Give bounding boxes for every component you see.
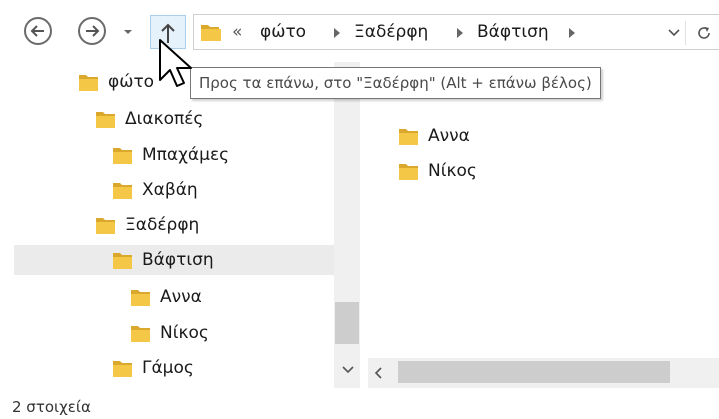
navigation-pane: φώτο Διακοπές Μπαχάμες Χαβάη Ξαδέρφη Βάφ… — [0, 62, 334, 388]
tree-item-label: Βάφτιση — [142, 250, 214, 270]
chevron-down-icon[interactable] — [342, 366, 354, 374]
status-bar: 2 στοιχεία — [0, 388, 719, 419]
mouse-cursor-icon — [159, 39, 192, 87]
content-pane: Αννα Νίκος — [368, 62, 719, 358]
tree-item-hawaii[interactable]: Χαβάη — [112, 175, 312, 205]
folder-icon — [399, 129, 418, 145]
crumb-photo[interactable]: φώτο — [260, 22, 306, 42]
address-divider — [685, 21, 686, 45]
crumb-baptism[interactable]: Βάφτιση — [477, 22, 549, 42]
chevron-right-icon[interactable] — [333, 27, 341, 39]
address-overflow[interactable]: « — [232, 22, 242, 42]
chevron-right-icon[interactable] — [456, 27, 464, 39]
scrollbar-thumb[interactable] — [335, 302, 359, 344]
nav-vertical-scrollbar[interactable] — [334, 62, 360, 388]
tree-item-label: Γάμος — [142, 358, 194, 378]
folder-icon — [131, 290, 150, 306]
tree-item-nikos[interactable]: Νίκος — [130, 318, 310, 348]
item-count: 2 στοιχεία — [12, 398, 91, 416]
back-button[interactable] — [24, 17, 52, 45]
navigation-toolbar: « φώτο Ξαδέρφη Βάφτιση — [0, 0, 719, 62]
folder-icon — [113, 148, 132, 164]
folder-icon — [131, 326, 150, 342]
tree-item-cousin[interactable]: Ξαδέρφη — [95, 210, 295, 240]
crumb-cousin[interactable]: Ξαδέρφη — [354, 22, 428, 42]
tree-item-bahamas[interactable]: Μπαχάμες — [112, 140, 312, 170]
file-item-label: Αννα — [428, 126, 470, 146]
forward-button[interactable] — [78, 17, 106, 45]
tree-item-baptism[interactable]: Βάφτιση — [14, 245, 334, 275]
arrow-left-icon — [30, 25, 44, 37]
tree-item-label: φώτο — [108, 72, 155, 92]
folder-icon — [113, 253, 132, 269]
folder-icon — [113, 361, 132, 377]
folder-icon — [399, 164, 418, 180]
file-item-nikos[interactable]: Νίκος — [398, 157, 477, 185]
address-bar[interactable]: « φώτο Ξαδέρφη Βάφτιση — [193, 14, 719, 50]
tree-item-label: Ξαδέρφη — [125, 215, 200, 235]
arrow-right-icon — [86, 25, 100, 37]
tree-item-vacations[interactable]: Διακοπές — [95, 104, 295, 134]
tree-item-label: Μπαχάμες — [142, 145, 230, 165]
folder-icon — [201, 25, 221, 41]
tree-item-anna[interactable]: Αννα — [130, 282, 310, 312]
tree-item-label: Διακοπές — [125, 109, 204, 129]
content-horizontal-scrollbar[interactable] — [368, 358, 719, 388]
scrollbar-thumb[interactable] — [398, 361, 670, 383]
chevron-down-icon[interactable] — [668, 28, 680, 38]
chevron-left-icon[interactable] — [374, 367, 382, 379]
recent-locations-chevron-down-icon[interactable] — [121, 26, 135, 38]
file-item-label: Νίκος — [428, 161, 477, 181]
tree-item-label: Νίκος — [160, 323, 209, 343]
tree-item-label: Χαβάη — [142, 180, 198, 200]
folder-icon — [96, 218, 115, 234]
tree-item-label: Αννα — [160, 287, 202, 307]
tree-item-wedding[interactable]: Γάμος — [112, 353, 312, 383]
folder-icon — [79, 75, 98, 91]
chevron-right-icon[interactable] — [568, 27, 576, 39]
up-button-tooltip: Προς τα επάνω, στο "Ξαδέρφη" (Alt + επάν… — [190, 67, 601, 99]
refresh-icon[interactable] — [695, 24, 713, 42]
folder-icon — [96, 112, 115, 128]
file-item-anna[interactable]: Αννα — [398, 122, 470, 150]
folder-icon — [113, 183, 132, 199]
